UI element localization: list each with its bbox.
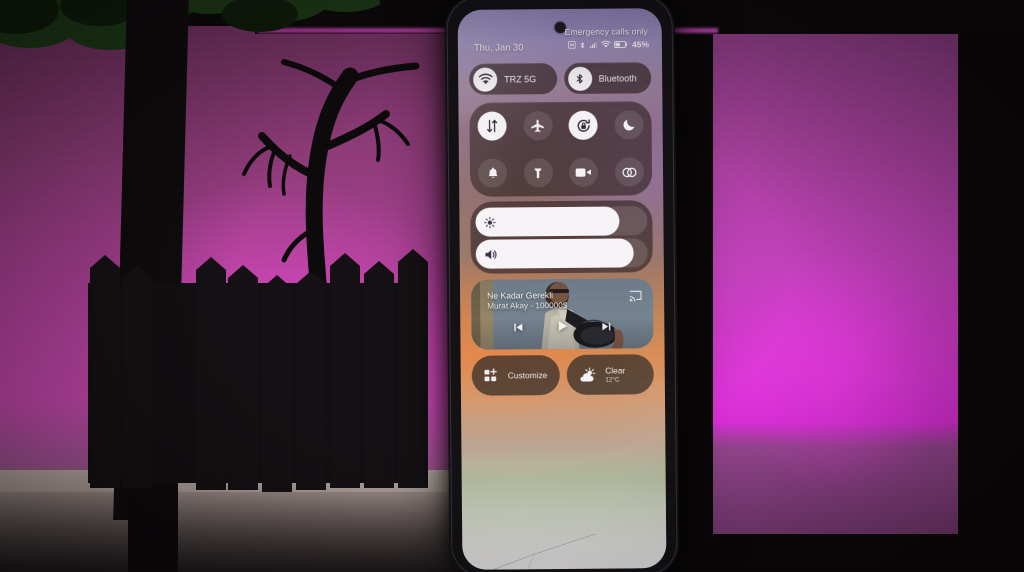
media-controls: [471, 318, 653, 339]
volume-icon: [484, 248, 499, 261]
media-scrim: [470, 278, 654, 350]
sun-cloud-icon: [579, 367, 595, 382]
mobile-data-icon: [487, 119, 498, 133]
fence-picket: [330, 253, 360, 488]
rotate-lock-icon: [577, 118, 590, 132]
media-artist: Murat Akay - 100000$: [487, 300, 568, 311]
fence-picket: [228, 265, 258, 490]
ring-mode-toggle[interactable]: [478, 158, 508, 188]
silhouette-layer: [0, 0, 460, 572]
flashlight-icon: [534, 167, 542, 178]
media-player-card[interactable]: Ne Kadar Gerekli Murat Akay - 100000$: [470, 278, 654, 350]
carrier-status-text: Emergency calls only: [564, 26, 648, 37]
volume-slider-fill: [475, 238, 635, 269]
bluetooth-icon: [580, 41, 585, 48]
toggle-row-2: [470, 148, 652, 197]
weather-button[interactable]: Clear 12°C: [566, 354, 654, 395]
battery-percent-label: 45%: [632, 39, 649, 50]
flashlight-toggle[interactable]: [523, 158, 553, 188]
panel-glow: [700, 180, 980, 500]
weather-label: Clear: [605, 365, 626, 376]
toggle-row-1: [469, 101, 651, 150]
wifi-icon: [473, 67, 498, 92]
bluetooth-tile-label: Bluetooth: [598, 72, 637, 84]
play-icon[interactable]: [555, 319, 569, 338]
signal-bars-icon: [590, 42, 597, 49]
fence-picket: [262, 275, 292, 492]
customize-label: Customize: [507, 369, 548, 381]
battery-icon: [614, 40, 628, 48]
media-title: Ne Kadar Gerekli: [487, 290, 554, 301]
quick-toggle-grid: [469, 101, 653, 197]
fence-picket: [122, 265, 152, 488]
previous-track-icon[interactable]: [512, 320, 524, 338]
brightness-slider[interactable]: [475, 206, 648, 237]
link-icon: [622, 167, 637, 177]
fence-picket: [90, 255, 120, 488]
nfc-icon: [568, 41, 576, 49]
video-camera-icon: [575, 168, 592, 177]
footer-button-row: Customize Clear 12°C: [471, 354, 654, 396]
next-track-icon[interactable]: [600, 319, 612, 337]
wifi-tile[interactable]: TRZ 5G: [469, 63, 557, 95]
volume-slider[interactable]: [475, 238, 648, 269]
airplane-mode-toggle[interactable]: [523, 111, 553, 141]
fence-picket: [364, 261, 394, 488]
mobile-data-toggle[interactable]: [477, 111, 507, 141]
auto-rotate-toggle[interactable]: [568, 110, 598, 140]
brightness-slider-fill: [475, 206, 621, 237]
customize-button[interactable]: Customize: [471, 355, 560, 396]
airplane-icon: [531, 119, 545, 132]
weather-temperature: 12°C: [605, 376, 620, 384]
date-label: Thu, Jan 30: [473, 41, 524, 53]
moon-icon: [623, 119, 635, 131]
grid-plus-icon: [484, 368, 497, 382]
fence-picket: [398, 249, 428, 488]
screen-record-toggle[interactable]: [569, 157, 599, 187]
status-icons: 45%: [568, 39, 649, 50]
dark-mode-toggle[interactable]: [614, 110, 644, 140]
fence-picket: [296, 271, 326, 490]
wifi-tile-label: TRZ 5G: [504, 73, 537, 84]
bluetooth-icon: [567, 66, 592, 91]
brightness-icon: [483, 216, 496, 229]
weather-text-group: Clear 12°C: [605, 366, 625, 384]
bluetooth-tile[interactable]: Bluetooth: [563, 62, 652, 94]
photo-scene: Emergency calls only Thu, Jan 30 45% TRZ…: [0, 0, 1024, 572]
connectivity-pill-row: TRZ 5G Bluetooth: [469, 62, 652, 95]
smartphone-device: Emergency calls only Thu, Jan 30 45% TRZ…: [444, 0, 680, 572]
cast-icon[interactable]: [629, 288, 642, 306]
cast-link-toggle[interactable]: [614, 157, 644, 187]
wifi-icon: [601, 40, 611, 48]
phone-screen[interactable]: Emergency calls only Thu, Jan 30 45% TRZ…: [457, 8, 667, 570]
fence-picket: [196, 257, 226, 490]
slider-group: [470, 200, 653, 274]
bell-icon: [488, 167, 498, 178]
